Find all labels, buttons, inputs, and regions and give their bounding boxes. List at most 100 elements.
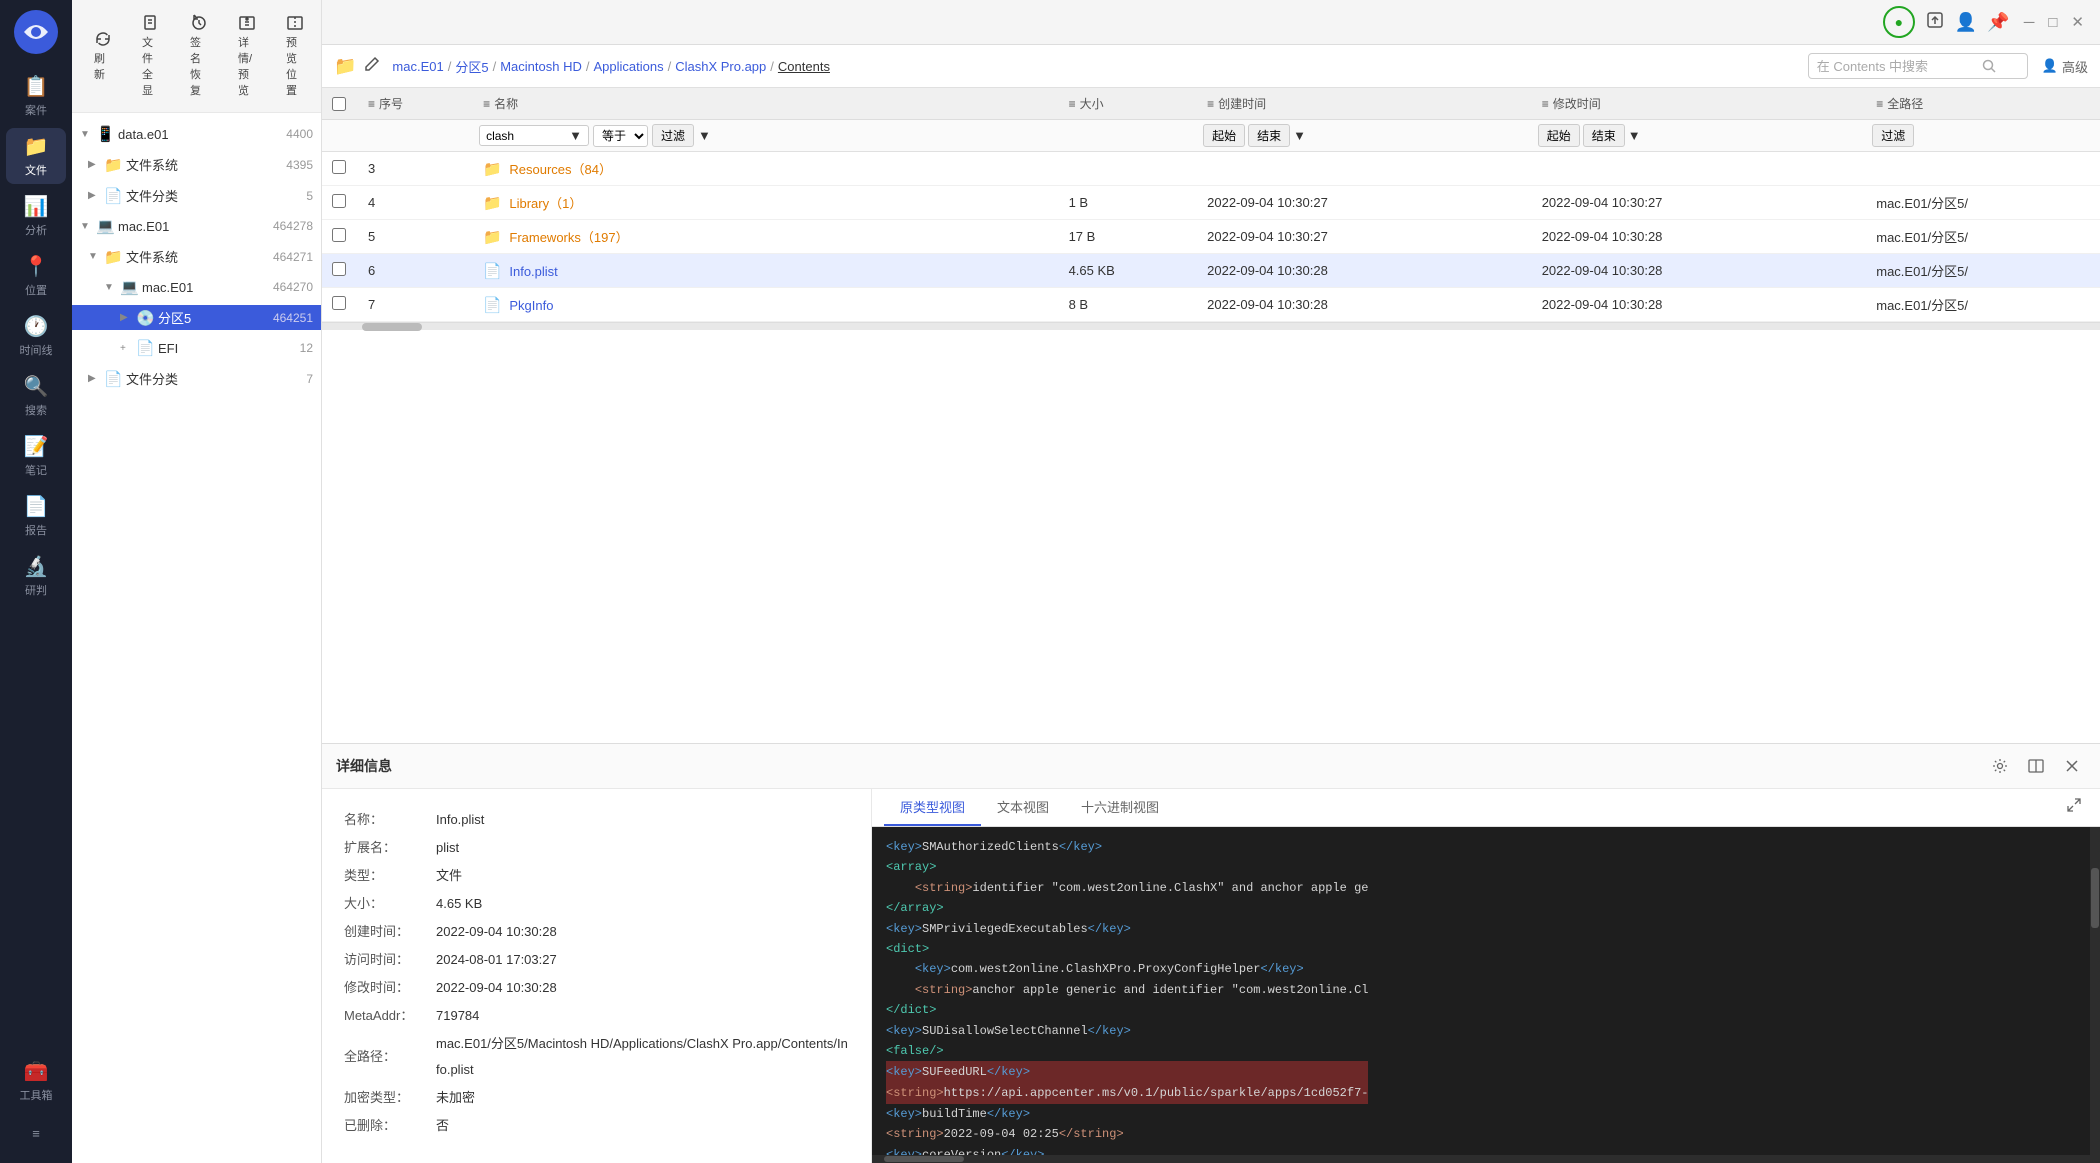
modify-start-button[interactable]: 起始	[1538, 124, 1580, 147]
sidebar-menu-button[interactable]: ≡	[6, 1113, 66, 1153]
tab-hex-view[interactable]: 十六进制视图	[1065, 789, 1175, 826]
table-row[interactable]: 4 📁 Library（1） 1 B 2022-09-04 10:30:27 2…	[322, 186, 2100, 220]
split-view-button[interactable]	[2022, 752, 2050, 780]
file-link[interactable]: Frameworks（197）	[509, 230, 628, 245]
table-row[interactable]: 7 📄 PkgInfo 8 B 2022-09-04 10:30:28 2022…	[322, 288, 2100, 322]
sidebar-item-files[interactable]: 📁 文件	[6, 128, 66, 184]
path-filter-button[interactable]: 过滤	[1872, 124, 1914, 147]
files-icon: 📁	[24, 134, 49, 159]
tree-node-mac-e01-sub[interactable]: ▼ 💻 mac.E01 464270	[72, 272, 321, 302]
select-all-checkbox[interactable]	[332, 97, 346, 111]
file-link[interactable]: Resources（84）	[509, 162, 612, 177]
node-count-fc1: 5	[306, 189, 313, 203]
name-filter-button[interactable]: 过滤	[652, 124, 694, 147]
breadcrumb-contents: Contents	[778, 59, 830, 74]
breadcrumb-partition5[interactable]: 分区5	[455, 57, 488, 76]
name-filter-input[interactable]	[486, 129, 566, 143]
tree-node-fs2[interactable]: ▼ 📁 文件系统 464271	[72, 241, 321, 272]
field-label: MetaAddr：	[344, 1003, 434, 1029]
advanced-label: 高级	[2062, 57, 2088, 76]
viewer-horizontal-scrollbar[interactable]	[872, 1155, 2100, 1163]
breadcrumb-applications[interactable]: Applications	[593, 59, 663, 74]
table-row[interactable]: 5 📁 Frameworks（197） 17 B 2022-09-04 10:3…	[322, 220, 2100, 254]
sidebar-item-notes[interactable]: 📝 笔记	[6, 428, 66, 484]
tree-node-partition5[interactable]: ▶ 💿 分区5 464251	[72, 302, 321, 333]
expand-icon: ▼	[80, 129, 92, 140]
details-header-buttons	[1986, 752, 2086, 780]
breadcrumb-bar: 📁 mac.E01 / 分区5 / Macintosh HD / Applica…	[322, 45, 2100, 88]
row-modify	[1532, 152, 1867, 186]
expand-icon	[2066, 797, 2082, 813]
minimize-button[interactable]: ─	[2024, 14, 2035, 31]
field-label: 扩展名：	[344, 835, 434, 861]
sidebar-item-research[interactable]: 🔬 研判	[6, 548, 66, 604]
viewer-scrollbar-thumb	[2091, 868, 2099, 928]
row-checkbox[interactable]	[332, 228, 346, 242]
viewer-scroll-h-thumb	[884, 1156, 964, 1162]
row-checkbox[interactable]	[332, 262, 346, 276]
close-details-button[interactable]	[2058, 752, 2086, 780]
edit-path-icon[interactable]	[364, 56, 380, 77]
file-link[interactable]: Info.plist	[509, 264, 557, 279]
upload-icon[interactable]	[1925, 10, 1945, 35]
maximize-button[interactable]: □	[2048, 14, 2057, 31]
close-button[interactable]: ✕	[2071, 13, 2084, 31]
user-icon[interactable]: 👤	[1955, 12, 1977, 33]
sidebar-item-cases[interactable]: 📋 案件	[6, 68, 66, 124]
table-row[interactable]: 3 📁 Resources（84）	[322, 152, 2100, 186]
sidebar-item-timeline[interactable]: 🕐 时间线	[6, 308, 66, 364]
table-row[interactable]: 6 📄 Info.plist 4.65 KB 2022-09-04 10:30:…	[322, 254, 2100, 288]
settings-button[interactable]	[1986, 752, 2014, 780]
sidebar-item-report[interactable]: 📄 报告	[6, 488, 66, 544]
advanced-search-button[interactable]: 👤 高级	[2042, 57, 2088, 76]
sidebar-item-location[interactable]: 📍 位置	[6, 248, 66, 304]
sign-restore-button[interactable]: 签名恢复	[182, 10, 216, 102]
row-checkbox[interactable]	[332, 296, 346, 310]
split-view-icon	[2028, 758, 2044, 774]
row-name: 📄 Info.plist	[473, 254, 1059, 288]
network-status-icon[interactable]: ●	[1883, 6, 1915, 38]
breadcrumb-mac-e01[interactable]: mac.E01	[392, 59, 443, 74]
breadcrumb-macintosh-hd[interactable]: Macintosh HD	[500, 59, 582, 74]
details-button[interactable]: 详情/预览	[230, 10, 264, 102]
name-operator-select[interactable]: 等于 包含	[593, 125, 648, 147]
refresh-button[interactable]: 刷新	[86, 26, 120, 86]
row-checkbox[interactable]	[332, 194, 346, 208]
settings-icon	[1992, 758, 2008, 774]
breadcrumb-clashx-pro[interactable]: ClashX Pro.app	[675, 59, 766, 74]
viewer-vertical-scrollbar[interactable]	[2090, 827, 2100, 1155]
sidebar-item-toolbox[interactable]: 🧰 工具箱	[6, 1053, 66, 1109]
tree-node-data-e01[interactable]: ▼ 📱 data.e01 4400	[72, 119, 321, 149]
tree-node-efi[interactable]: + 📄 EFI 12	[72, 333, 321, 363]
search-input[interactable]	[1817, 59, 1977, 74]
folder-nav-icon[interactable]: 📁	[334, 56, 356, 77]
col-create-label: 创建时间	[1218, 95, 1266, 112]
file-all-button[interactable]: 文件全显	[134, 10, 168, 102]
horizontal-scrollbar[interactable]	[322, 322, 2100, 330]
row-modify: 2022-09-04 10:30:28	[1532, 288, 1867, 322]
app-logo[interactable]	[14, 10, 58, 54]
tab-text-view[interactable]: 文本视图	[981, 789, 1065, 826]
file-link[interactable]: PkgInfo	[509, 298, 553, 313]
modify-end-button[interactable]: 结束	[1583, 124, 1625, 147]
tree-node-mac-e01[interactable]: ▼ 💻 mac.E01 464278	[72, 211, 321, 241]
create-end-button[interactable]: 结束	[1248, 124, 1290, 147]
col-create-icon: ≡	[1207, 97, 1214, 111]
field-value: 未加密	[436, 1085, 849, 1111]
file-link[interactable]: Library（1）	[509, 196, 582, 211]
tree-node-fs1[interactable]: ▶ 📁 文件系统 4395	[72, 149, 321, 180]
create-start-button[interactable]: 起始	[1203, 124, 1245, 147]
pin-icon[interactable]: 📌	[1987, 12, 2009, 33]
tree-node-fc1[interactable]: ▶ 📄 文件分类 5	[72, 180, 321, 211]
expand-icon: ▼	[88, 251, 100, 262]
sidebar-item-analysis[interactable]: 📊 分析	[6, 188, 66, 244]
tab-raw-view[interactable]: 原类型视图	[884, 789, 981, 826]
tree-node-fc2[interactable]: ▶ 📄 文件分类 7	[72, 363, 321, 394]
preview-pos-button[interactable]: 预览位置	[278, 10, 312, 102]
expand-viewer-button[interactable]	[2060, 793, 2088, 822]
row-name: 📁 Frameworks（197）	[473, 220, 1059, 254]
row-checkbox[interactable]	[332, 160, 346, 174]
sidebar-item-search[interactable]: 🔍 搜索	[6, 368, 66, 424]
mac-e01-sub-icon: 💻	[120, 278, 138, 296]
refresh-label: 刷新	[94, 50, 112, 82]
